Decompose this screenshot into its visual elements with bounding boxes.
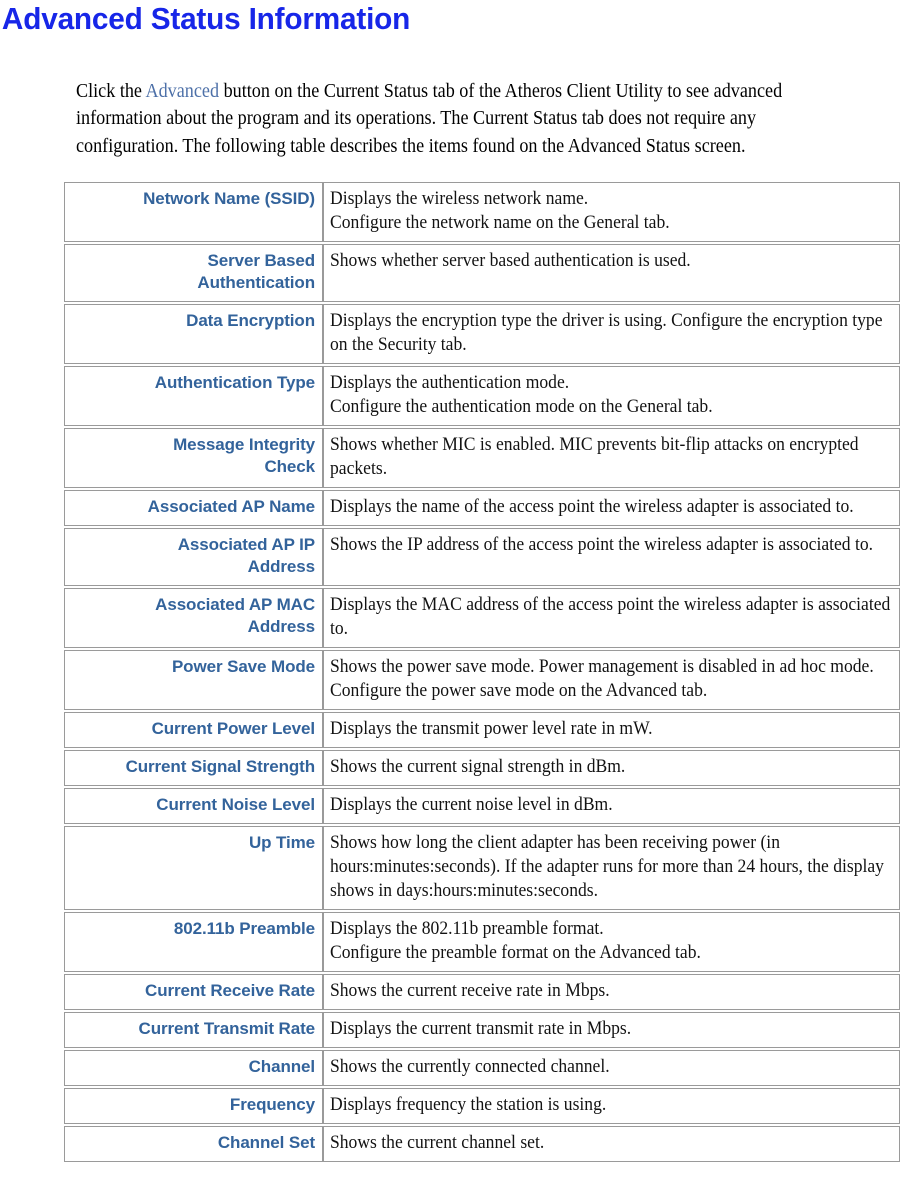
table-row: 802.11b Preamble Displays the 802.11b pre… bbox=[64, 912, 900, 972]
table-row: Channel Set Shows the current channel set… bbox=[64, 1126, 900, 1162]
status-item-description-text: Shows the IP address of the access point… bbox=[330, 535, 874, 555]
status-item-description-text: Displays the encryption type the driver … bbox=[330, 311, 883, 355]
table-row: Message Integrity Check Shows whether MIC… bbox=[64, 428, 900, 488]
status-item-description-text: Displays the MAC address of the access p… bbox=[330, 595, 891, 639]
status-item-label: Current Receive Rate bbox=[64, 974, 323, 1010]
status-item-label: Frequency bbox=[64, 1088, 323, 1124]
table-row: Authentication Type Displays the authenti… bbox=[64, 366, 900, 426]
status-item-label: Channel bbox=[64, 1050, 323, 1086]
advanced-link[interactable]: Advanced bbox=[146, 81, 220, 102]
status-item-label: Server Based Authentication bbox=[64, 244, 323, 302]
document-page: Advanced Status Information Click the Ad… bbox=[0, 0, 909, 1202]
table-row: Data Encryption Displays the encryption t… bbox=[64, 304, 900, 364]
table-row: Up Time Shows how long the client adapter… bbox=[64, 826, 900, 910]
status-item-description: Displays the name of the access point th… bbox=[323, 490, 900, 526]
table-row: Current Power Level Displays the transmit… bbox=[64, 712, 900, 748]
status-item-description: Shows the currently connected channel. bbox=[323, 1050, 900, 1086]
status-item-description: Shows whether MIC is enabled. MIC preven… bbox=[323, 428, 900, 488]
table-row: Current Noise Level Displays the current … bbox=[64, 788, 900, 824]
status-item-label: Message Integrity Check bbox=[64, 428, 323, 488]
table-row: Frequency Displays frequency the station … bbox=[64, 1088, 900, 1124]
status-item-description: Displays the authentication mode. Config… bbox=[323, 366, 900, 426]
table-row: Associated AP Name Displays the name of t… bbox=[64, 490, 900, 526]
table-row: Current Transmit Rate Displays the curren… bbox=[64, 1012, 900, 1048]
table-row: Current Signal Strength Shows the current… bbox=[64, 750, 900, 786]
status-item-description: Shows the current channel set. bbox=[323, 1126, 900, 1162]
status-item-description: Shows the current signal strength in dBm… bbox=[323, 750, 900, 786]
status-item-label: Authentication Type bbox=[64, 366, 323, 426]
status-item-label: Current Transmit Rate bbox=[64, 1012, 323, 1048]
status-item-description-text: Shows the current receive rate in Mbps. bbox=[330, 981, 610, 1001]
intro-text-before-link: Click the bbox=[76, 80, 146, 102]
status-item-label: Channel Set bbox=[64, 1126, 323, 1162]
intro-paragraph: Click the Advanced button on the Current… bbox=[76, 78, 846, 161]
advanced-status-table: Network Name (SSID) Displays the wireless… bbox=[64, 180, 900, 1164]
status-item-description-text: Displays the transmit power level rate i… bbox=[330, 719, 653, 739]
status-item-label: Associated AP MAC Address bbox=[64, 588, 323, 648]
status-item-label: Associated AP IP Address bbox=[64, 528, 323, 586]
status-item-description-text: Displays the current transmit rate in Mb… bbox=[330, 1019, 632, 1039]
table-row: Power Save Mode Shows the power save mode… bbox=[64, 650, 900, 710]
status-item-description-text: Shows whether server based authenticatio… bbox=[330, 251, 691, 271]
status-item-description: Shows the power save mode. Power managem… bbox=[323, 650, 900, 710]
status-item-description-text: Displays the name of the access point th… bbox=[330, 497, 854, 517]
table-row: Network Name (SSID) Displays the wireless… bbox=[64, 182, 900, 242]
status-item-label: Current Noise Level bbox=[64, 788, 323, 824]
status-item-description: Displays the current noise level in dBm. bbox=[323, 788, 900, 824]
status-item-description-text: Displays the authentication mode. Config… bbox=[330, 373, 713, 417]
status-item-description-text: Shows the currently connected channel. bbox=[330, 1057, 610, 1077]
table-row: Associated AP IP Address Shows the IP add… bbox=[64, 528, 900, 586]
status-item-description-text: Shows the current signal strength in dBm… bbox=[330, 757, 626, 777]
table-body: Network Name (SSID) Displays the wireless… bbox=[64, 182, 900, 1162]
table-row: Current Receive Rate Shows the current re… bbox=[64, 974, 900, 1010]
status-item-description: Displays the current transmit rate in Mb… bbox=[323, 1012, 900, 1048]
status-item-description: Displays the 802.11b preamble format. Co… bbox=[323, 912, 900, 972]
status-item-description: Displays the transmit power level rate i… bbox=[323, 712, 900, 748]
status-item-description: Shows the IP address of the access point… bbox=[323, 528, 900, 586]
status-item-label: Associated AP Name bbox=[64, 490, 323, 526]
status-item-label: Up Time bbox=[64, 826, 323, 910]
status-item-label: Current Signal Strength bbox=[64, 750, 323, 786]
status-item-description-text: Shows whether MIC is enabled. MIC preven… bbox=[330, 435, 859, 479]
status-item-description-text: Displays the wireless network name. Conf… bbox=[330, 189, 670, 233]
status-item-label: Current Power Level bbox=[64, 712, 323, 748]
status-item-description: Shows whether server based authenticatio… bbox=[323, 244, 900, 302]
status-item-description-text: Shows the current channel set. bbox=[330, 1133, 545, 1153]
status-item-description: Displays the MAC address of the access p… bbox=[323, 588, 900, 648]
status-item-label: Data Encryption bbox=[64, 304, 323, 364]
status-item-description-text: Displays frequency the station is using. bbox=[330, 1095, 607, 1115]
status-item-description-text: Displays the current noise level in dBm. bbox=[330, 795, 613, 815]
status-item-label: 802.11b Preamble bbox=[64, 912, 323, 972]
status-item-description: Displays the encryption type the driver … bbox=[323, 304, 900, 364]
table-row: Associated AP MAC Address Displays the MA… bbox=[64, 588, 900, 648]
status-item-description-text: Displays the 802.11b preamble format. Co… bbox=[330, 919, 701, 963]
table-row: Server Based Authentication Shows whether… bbox=[64, 244, 900, 302]
status-item-description: Displays frequency the station is using. bbox=[323, 1088, 900, 1124]
page-title: Advanced Status Information bbox=[1, 1, 411, 36]
status-item-description: Displays the wireless network name. Conf… bbox=[323, 182, 900, 242]
status-item-description-text: Shows the power save mode. Power managem… bbox=[330, 657, 874, 701]
table-row: Channel Shows the currently connected cha… bbox=[64, 1050, 900, 1086]
status-item-label: Power Save Mode bbox=[64, 650, 323, 710]
status-item-description: Shows how long the client adapter has be… bbox=[323, 826, 900, 910]
status-item-description-text: Shows how long the client adapter has be… bbox=[330, 833, 884, 901]
status-item-description: Shows the current receive rate in Mbps. bbox=[323, 974, 900, 1010]
status-item-label: Network Name (SSID) bbox=[64, 182, 323, 242]
